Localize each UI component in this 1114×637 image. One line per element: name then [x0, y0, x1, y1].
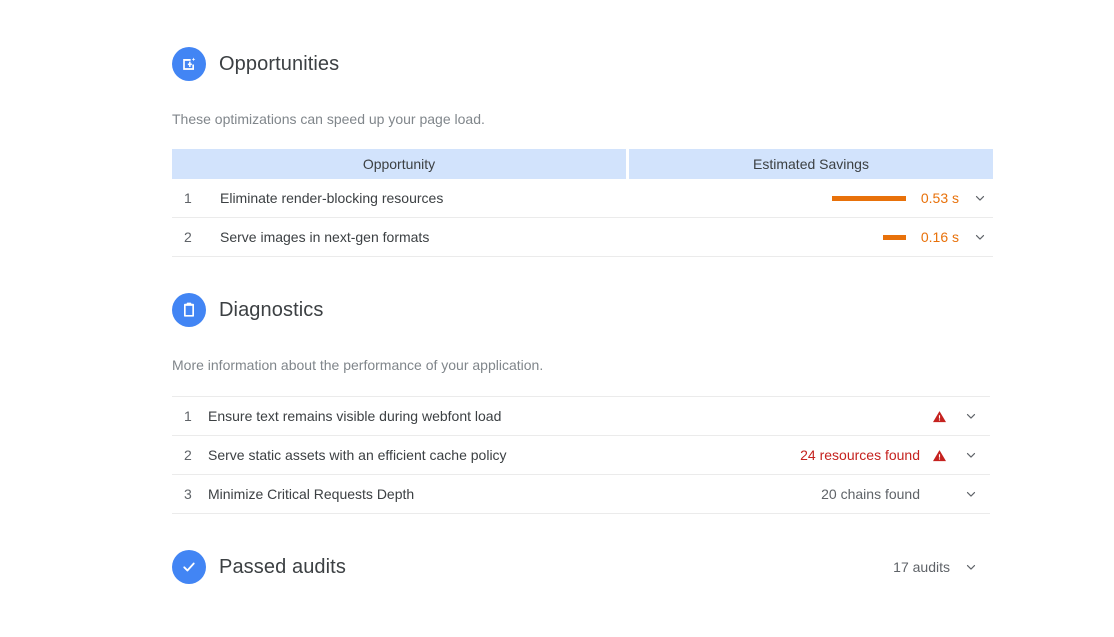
savings-bar-track: [796, 195, 906, 201]
passed-audits-count: 17 audits: [893, 559, 950, 575]
list-item[interactable]: 2 Serve static assets with an efficient …: [172, 436, 990, 475]
diagnostics-list: 1 Ensure text remains visible during web…: [172, 396, 990, 514]
row-title: Serve static assets with an efficient ca…: [208, 447, 507, 463]
opportunities-table: Opportunity Estimated Savings 1 Eliminat…: [172, 149, 993, 257]
opportunities-description: These optimizations can speed up your pa…: [172, 111, 485, 127]
lighthouse-report: Opportunities These optimizations can sp…: [172, 0, 993, 584]
chevron-down-icon[interactable]: [967, 230, 993, 244]
opportunities-section-header: Opportunities: [172, 47, 990, 81]
row-value: 24 resources found: [800, 447, 920, 463]
savings-bar-track: [796, 234, 906, 240]
column-header-estimated-savings: Estimated Savings: [627, 149, 993, 179]
row-index: 3: [184, 486, 192, 502]
row-title: Ensure text remains visible during webfo…: [208, 408, 502, 424]
chevron-down-icon[interactable]: [958, 560, 990, 574]
passed-audits-section[interactable]: Passed audits 17 audits: [172, 550, 990, 584]
list-item[interactable]: 1 Ensure text remains visible during web…: [172, 397, 990, 436]
diagnostics-description: More information about the performance o…: [172, 357, 544, 373]
diagnostics-section-header: Diagnostics: [172, 293, 990, 327]
savings-bar: [883, 234, 906, 240]
column-header-opportunity: Opportunity: [172, 149, 629, 179]
warning-triangle-icon: [928, 409, 950, 424]
row-index: 1: [184, 190, 192, 206]
passed-audits-title: Passed audits: [219, 556, 346, 578]
row-index: 1: [184, 408, 192, 424]
row-savings-group: 0.16 s: [796, 229, 993, 245]
check-circle-icon: [172, 550, 206, 584]
clipboard-icon: [172, 293, 206, 327]
table-row[interactable]: 1 Eliminate render-blocking resources 0.…: [172, 179, 993, 218]
row-savings-group: 0.53 s: [796, 190, 993, 206]
chevron-down-icon[interactable]: [958, 448, 990, 462]
savings-bar: [832, 195, 906, 201]
row-index: 2: [184, 229, 192, 245]
row-title: Minimize Critical Requests Depth: [208, 486, 415, 502]
opportunity-image-sparkle-icon: [172, 47, 206, 81]
chevron-down-icon[interactable]: [958, 487, 990, 501]
list-item[interactable]: 3 Minimize Critical Requests Depth 20 ch…: [172, 475, 990, 514]
table-row[interactable]: 2 Serve images in next-gen formats 0.16 …: [172, 218, 993, 257]
row-index: 2: [184, 447, 192, 463]
opportunities-table-body: 1 Eliminate render-blocking resources 0.…: [172, 179, 993, 257]
opportunities-table-header: Opportunity Estimated Savings: [172, 149, 993, 179]
warning-triangle-icon: [928, 448, 950, 463]
opportunities-title: Opportunities: [219, 53, 340, 75]
savings-value: 0.53 s: [920, 190, 959, 206]
chevron-down-icon[interactable]: [967, 191, 993, 205]
row-value: 20 chains found: [821, 486, 920, 502]
row-title: Serve images in next-gen formats: [220, 229, 430, 245]
savings-value: 0.16 s: [920, 229, 959, 245]
row-title: Eliminate render-blocking resources: [220, 190, 444, 206]
diagnostics-title: Diagnostics: [219, 299, 324, 321]
chevron-down-icon[interactable]: [958, 409, 990, 423]
